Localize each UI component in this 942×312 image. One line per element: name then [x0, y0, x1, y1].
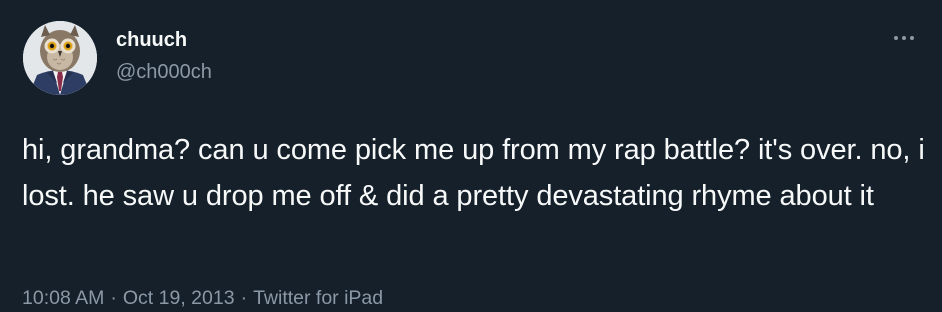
tweet-card: chuuch @ch000ch hi, grandma? can u come …	[0, 0, 942, 309]
more-options-icon[interactable]	[886, 26, 922, 50]
owl-in-suit-avatar-icon	[23, 21, 97, 95]
avatar[interactable]	[23, 21, 97, 95]
tweet-metadata: 10:08 AM · Oct 19, 2013 · Twitter for iPad	[22, 284, 383, 312]
tweet-text: hi, grandma? can u come pick me up from …	[22, 134, 925, 212]
dot	[902, 36, 906, 40]
dot	[910, 36, 914, 40]
author-display-name[interactable]: chuuch	[116, 28, 187, 52]
dot	[894, 36, 898, 40]
author-handle[interactable]: @ch000ch	[116, 60, 212, 84]
